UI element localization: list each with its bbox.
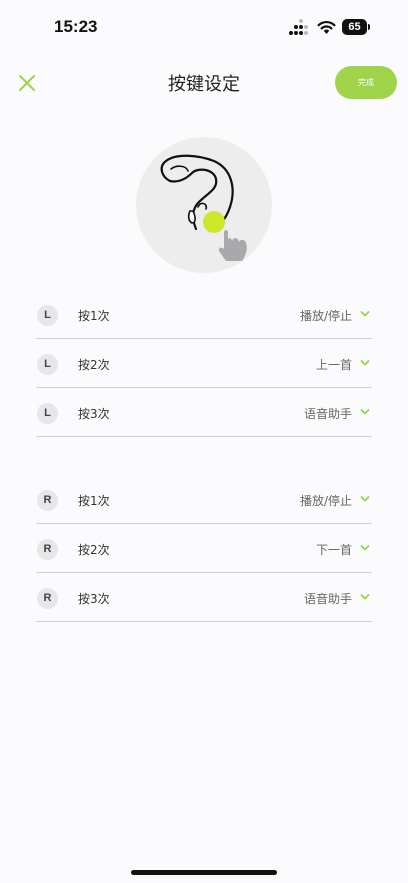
chevron-down-icon [360,594,370,600]
battery-level: 65 [342,19,367,35]
earbud-illustration [136,137,272,273]
setting-row-right-press-1[interactable]: R 按1次 播放/停止 [36,475,372,524]
side-badge: L [37,403,58,424]
home-indicator[interactable] [131,870,277,875]
chevron-down-icon [360,496,370,502]
side-badge: R [37,490,58,511]
setting-row-right-press-3[interactable]: R 按3次 语音助手 [36,573,372,622]
side-badge: L [37,354,58,375]
status-bar: 15:23 65 [0,0,408,50]
cellular-signal-icon [289,19,309,35]
press-count-label: 按3次 [78,407,110,421]
setting-row-left-press-1[interactable]: L 按1次 播放/停止 [36,290,372,339]
action-value: 语音助手 [303,407,352,421]
status-time: 15:23 [54,17,98,36]
chevron-down-icon [360,360,370,366]
action-value: 下一首 [315,543,352,557]
setting-row-left-press-3[interactable]: L 按3次 语音助手 [36,388,372,437]
done-button[interactable]: 完成 [335,66,397,99]
setting-row-right-press-2[interactable]: R 按2次 下一首 [36,524,372,573]
wifi-icon [317,21,336,34]
press-count-label: 按3次 [78,592,110,606]
press-count-label: 按1次 [78,309,110,323]
side-badge: R [37,588,58,609]
action-value: 播放/停止 [299,494,352,508]
chevron-down-icon [360,545,370,551]
side-badge: R [37,539,58,560]
earbud-press-icon [160,154,247,261]
action-value: 语音助手 [303,592,352,606]
battery-icon: 65 [342,19,370,35]
press-count-label: 按2次 [78,543,110,557]
setting-row-left-press-2[interactable]: L 按2次 上一首 [36,339,372,388]
press-count-label: 按2次 [78,358,110,372]
chevron-down-icon [360,409,370,415]
side-badge: L [37,305,58,326]
action-value: 播放/停止 [299,309,352,323]
press-count-label: 按1次 [78,494,110,508]
action-value: 上一首 [315,358,352,372]
chevron-down-icon [360,311,370,317]
